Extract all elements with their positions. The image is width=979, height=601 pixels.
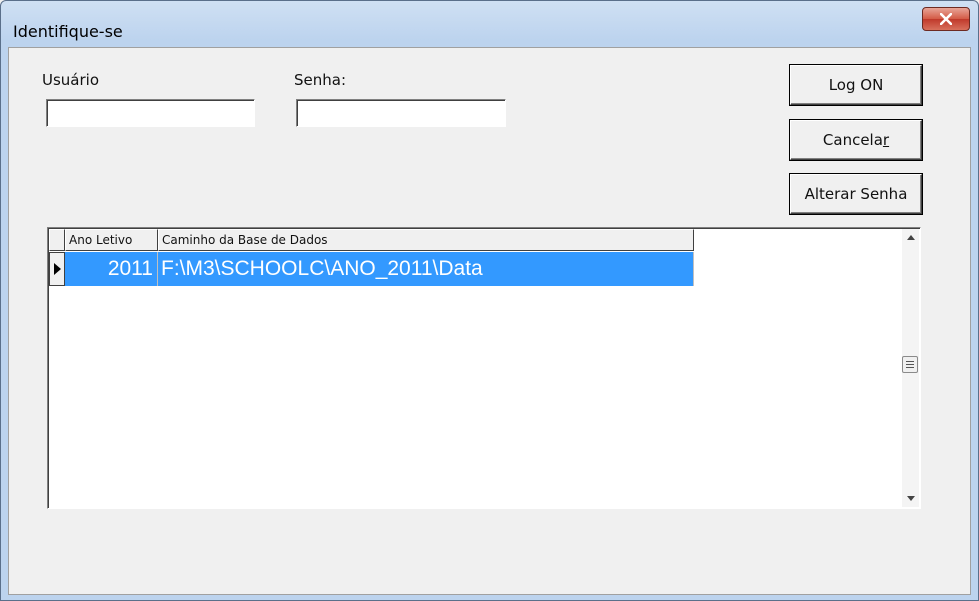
window-title: Identifique-se (13, 22, 123, 41)
title-bar[interactable]: Identifique-se (1, 1, 978, 47)
log-on-button[interactable]: Log ON (790, 65, 922, 105)
scroll-down-button[interactable] (902, 490, 919, 507)
login-dialog: Identifique-se Usuário Senha: Log ON Can… (0, 0, 979, 601)
database-grid[interactable]: Ano Letivo Caminho da Base de Dados 2011… (47, 227, 921, 509)
user-input[interactable] (46, 99, 255, 127)
log-on-label: Log ON (828, 76, 884, 94)
column-header-path[interactable]: Caminho da Base de Dados (158, 229, 694, 251)
vertical-scrollbar[interactable] (902, 229, 919, 507)
cancel-button[interactable]: Cancelar (790, 120, 922, 160)
row-pointer-icon (53, 263, 61, 275)
column-header-year[interactable]: Ano Letivo (65, 229, 158, 251)
dialog-body: Usuário Senha: Log ON Cancelar Alterar S… (8, 47, 971, 595)
grid-header: Ano Letivo Caminho da Base de Dados (49, 229, 694, 251)
row-indicator (49, 252, 65, 286)
cell-path[interactable]: F:\M3\SCHOOLC\ANO_2011\Data (158, 252, 694, 286)
user-label: Usuário (42, 71, 100, 89)
close-icon (940, 13, 952, 25)
table-row[interactable]: 2011 F:\M3\SCHOOLC\ANO_2011\Data (49, 252, 694, 286)
scroll-down-icon (906, 496, 915, 501)
cancel-label: Cancelar (822, 131, 890, 149)
scroll-thumb-grip-icon (906, 361, 914, 368)
password-label: Senha: (294, 71, 347, 89)
scroll-thumb[interactable] (902, 356, 918, 373)
scroll-up-button[interactable] (902, 229, 919, 246)
password-input[interactable] (296, 99, 506, 127)
change-password-button[interactable]: Alterar Senha (790, 174, 922, 214)
scroll-up-icon (906, 235, 915, 240)
close-button[interactable] (922, 7, 970, 31)
change-password-label: Alterar Senha (804, 185, 908, 203)
header-indicator-cell (49, 229, 65, 251)
cell-year[interactable]: 2011 (65, 252, 158, 286)
